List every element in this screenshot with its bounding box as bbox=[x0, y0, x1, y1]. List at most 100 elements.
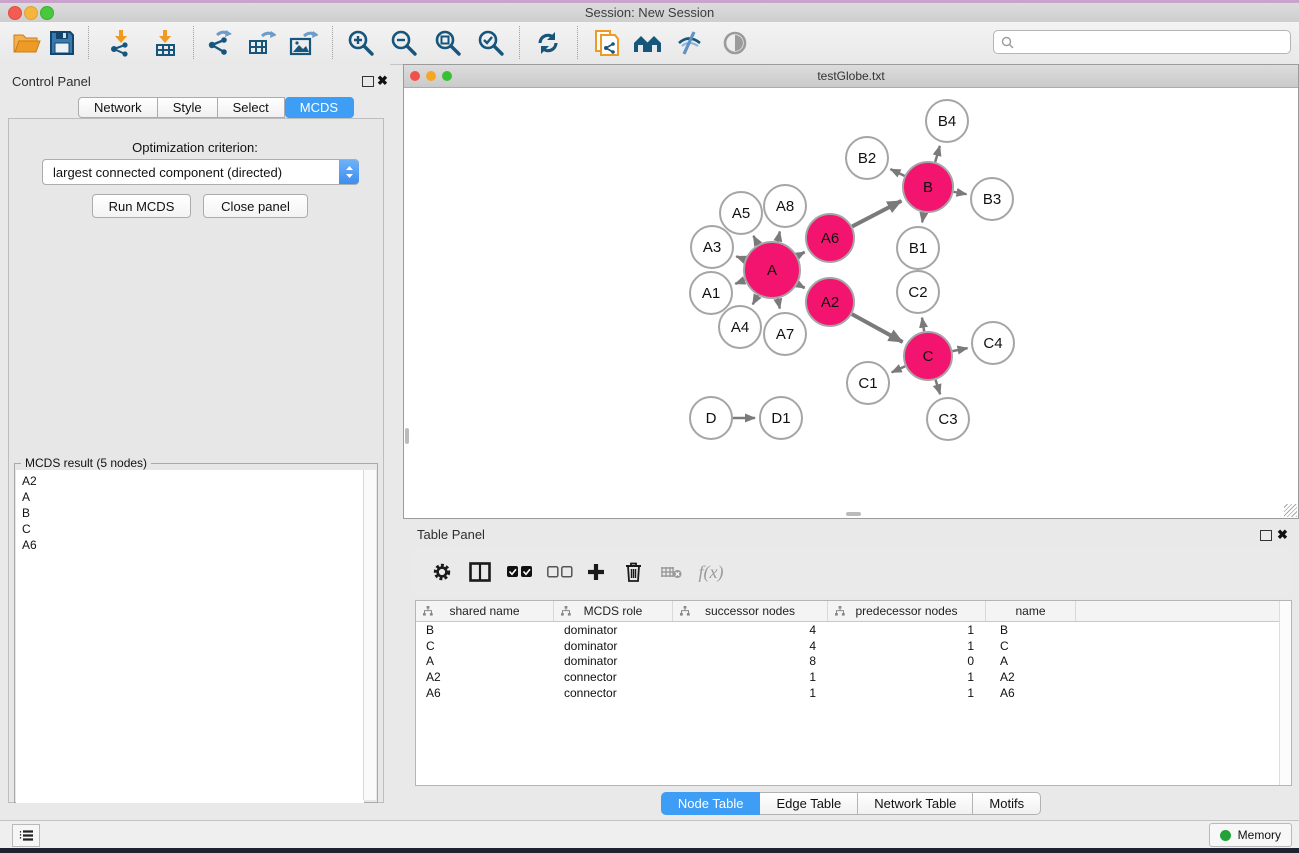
select-all-rows-button[interactable] bbox=[503, 548, 537, 596]
node-A4[interactable]: A4 bbox=[719, 306, 761, 348]
edge-A2-C[interactable] bbox=[852, 314, 903, 342]
zoom-fit-button[interactable] bbox=[429, 24, 467, 62]
tab-network-table[interactable]: Network Table bbox=[858, 792, 973, 815]
edge-C-C3[interactable] bbox=[936, 380, 941, 394]
node-A2[interactable]: A2 bbox=[806, 278, 854, 326]
edge-A6-B[interactable] bbox=[852, 201, 901, 227]
float-panel-icon[interactable] bbox=[362, 76, 374, 87]
edge-A-A4[interactable] bbox=[753, 295, 758, 304]
refresh-view-button[interactable] bbox=[529, 24, 567, 62]
result-list-item[interactable]: A2 bbox=[16, 473, 364, 489]
edge-A-A7[interactable] bbox=[778, 298, 780, 308]
search-input[interactable] bbox=[1014, 33, 1290, 51]
node-A1[interactable]: A1 bbox=[690, 272, 732, 314]
criterion-dropdown[interactable]: largest connected component (directed) bbox=[42, 159, 359, 185]
mcds-result-list[interactable]: A2ABCA6 bbox=[16, 470, 364, 803]
edge-A-A1[interactable] bbox=[735, 280, 745, 284]
export-image-button[interactable] bbox=[284, 24, 322, 62]
tab-node-table[interactable]: Node Table bbox=[661, 792, 761, 815]
hide-graphics-details-button[interactable] bbox=[671, 24, 709, 62]
node-C4[interactable]: C4 bbox=[972, 322, 1014, 364]
delete-column-button[interactable] bbox=[616, 548, 650, 596]
column-header-name[interactable]: name bbox=[986, 601, 1076, 621]
tab-edge-table[interactable]: Edge Table bbox=[760, 792, 858, 815]
node-B3[interactable]: B3 bbox=[971, 178, 1013, 220]
node-A[interactable]: A bbox=[744, 242, 800, 298]
destroy-table-button[interactable] bbox=[654, 548, 688, 596]
network-graph[interactable]: A A1A3 A4 A5 A7 A8A6 A2 B B1 B2 B3B4 C C1 C2 C3C4 D D1 bbox=[404, 88, 1298, 518]
copy-network-button[interactable] bbox=[588, 24, 626, 62]
import-network-button[interactable] bbox=[101, 24, 139, 62]
table-settings-button[interactable] bbox=[425, 548, 459, 596]
result-list-scrollbar[interactable] bbox=[363, 470, 376, 800]
node-C[interactable]: C bbox=[904, 332, 952, 380]
table-row[interactable]: A2connector11A2 bbox=[416, 669, 1280, 685]
function-builder-button[interactable]: f(x) bbox=[694, 548, 728, 596]
tab-select[interactable]: Select bbox=[218, 97, 285, 118]
node-A8[interactable]: A8 bbox=[764, 185, 806, 227]
import-table-button[interactable] bbox=[146, 24, 184, 62]
node-B4[interactable]: B4 bbox=[926, 100, 968, 142]
tab-network[interactable]: Network bbox=[78, 97, 158, 118]
column-header-mcds-role[interactable]: MCDS role bbox=[554, 601, 673, 621]
table-row[interactable]: Cdominator41C bbox=[416, 638, 1280, 654]
export-network-button[interactable] bbox=[199, 24, 237, 62]
edge-B-B3[interactable] bbox=[954, 192, 967, 194]
add-column-button[interactable] bbox=[579, 548, 613, 596]
node-A3[interactable]: A3 bbox=[691, 226, 733, 268]
close-panel-button[interactable]: Close panel bbox=[203, 194, 308, 218]
task-history-button[interactable] bbox=[12, 824, 40, 847]
table-row[interactable]: A6connector11A6 bbox=[416, 685, 1280, 701]
edge-B-B2[interactable] bbox=[890, 169, 904, 176]
show-graphics-details-button[interactable] bbox=[716, 24, 754, 62]
split-view-button[interactable] bbox=[463, 548, 497, 596]
node-A6[interactable]: A6 bbox=[806, 214, 854, 262]
edge-C-C4[interactable] bbox=[953, 348, 968, 351]
node-A7[interactable]: A7 bbox=[764, 313, 806, 355]
table-row[interactable]: Adominator80A bbox=[416, 653, 1280, 669]
search-field[interactable] bbox=[993, 30, 1291, 54]
result-list-item[interactable]: A6 bbox=[16, 537, 364, 553]
column-header-successor-nodes[interactable]: successor nodes bbox=[673, 601, 828, 621]
home-layout-button[interactable] bbox=[629, 24, 667, 62]
column-header-predecessor-nodes[interactable]: predecessor nodes bbox=[828, 601, 986, 621]
edge-A-A6[interactable] bbox=[797, 252, 804, 256]
export-table-button[interactable] bbox=[242, 24, 280, 62]
table-row[interactable]: Bdominator41B bbox=[416, 622, 1280, 638]
close-panel-icon[interactable]: ✖ bbox=[377, 73, 388, 89]
save-session-button[interactable] bbox=[43, 24, 81, 62]
node-B[interactable]: B bbox=[903, 162, 953, 212]
tab-mcds[interactable]: MCDS bbox=[285, 97, 354, 118]
zoom-selected-button[interactable] bbox=[472, 24, 510, 62]
node-C1[interactable]: C1 bbox=[847, 362, 889, 404]
edge-B-B1[interactable] bbox=[922, 213, 924, 223]
tab-motifs[interactable]: Motifs bbox=[973, 792, 1041, 815]
edge-A-A3[interactable] bbox=[736, 256, 745, 259]
result-list-item[interactable]: B bbox=[16, 505, 364, 521]
edge-B-B4[interactable] bbox=[935, 146, 940, 162]
node-D[interactable]: D bbox=[690, 397, 732, 439]
tab-style[interactable]: Style bbox=[158, 97, 218, 118]
zoom-in-button[interactable] bbox=[342, 24, 380, 62]
result-list-item[interactable]: C bbox=[16, 521, 364, 537]
run-mcds-button[interactable]: Run MCDS bbox=[92, 194, 191, 218]
edge-A-A2[interactable] bbox=[797, 284, 804, 288]
result-list-item[interactable]: A bbox=[16, 489, 364, 505]
resize-grip[interactable] bbox=[1284, 504, 1297, 517]
float-table-panel-icon[interactable] bbox=[1260, 530, 1272, 541]
edge-A-A5[interactable] bbox=[753, 236, 758, 245]
node-D1[interactable]: D1 bbox=[760, 397, 802, 439]
node-B2[interactable]: B2 bbox=[846, 137, 888, 179]
node-B1[interactable]: B1 bbox=[897, 227, 939, 269]
close-table-panel-icon[interactable]: ✖ bbox=[1277, 527, 1288, 543]
node-C2[interactable]: C2 bbox=[897, 271, 939, 313]
deselect-all-rows-button[interactable] bbox=[543, 548, 577, 596]
edge-A-A8[interactable] bbox=[778, 231, 780, 241]
column-header-shared-name[interactable]: shared name bbox=[416, 601, 554, 621]
table-scrollbar[interactable] bbox=[1279, 601, 1291, 785]
open-session-button[interactable] bbox=[8, 24, 46, 62]
node-C3[interactable]: C3 bbox=[927, 398, 969, 440]
node-A5[interactable]: A5 bbox=[720, 192, 762, 234]
network-hscroll-thumb[interactable] bbox=[846, 512, 861, 516]
zoom-out-button[interactable] bbox=[385, 24, 423, 62]
